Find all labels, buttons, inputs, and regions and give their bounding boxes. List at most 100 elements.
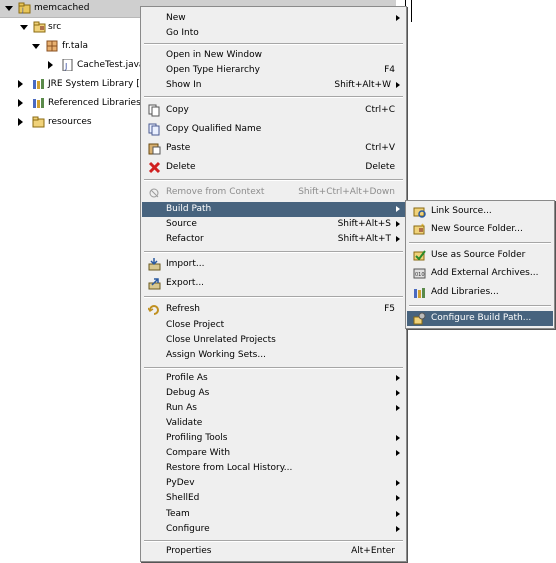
collapsed-triangle-icon[interactable] — [15, 114, 25, 131]
menu-label: Build Path — [166, 204, 212, 214]
menu-item-copy-qualified-name[interactable]: Copy Qualified Name — [142, 122, 405, 137]
submenu-arrow-icon — [396, 221, 400, 227]
svg-text:010: 010 — [415, 272, 425, 278]
submenu-arrow-icon — [396, 480, 400, 486]
menu-item-open-in-new-window[interactable]: Open in New Window — [142, 48, 405, 63]
menu-separator — [144, 179, 403, 181]
menu-label: Validate — [166, 418, 203, 428]
menu-item-assign-working-sets[interactable]: Assign Working Sets... — [142, 348, 405, 363]
menu-label: Link Source... — [431, 206, 492, 216]
menu-item-refresh[interactable]: Refresh F5 — [142, 302, 405, 317]
new-source-folder-icon: * — [413, 223, 426, 236]
menu-item-delete[interactable]: Delete Delete — [142, 160, 405, 175]
refresh-icon — [147, 303, 161, 316]
menu-item-restore-from-local-history[interactable]: Restore from Local History... — [142, 461, 405, 476]
menu-item-new[interactable]: New — [142, 11, 405, 26]
menu-label: Open in New Window — [166, 50, 262, 60]
java-file-icon: J — [61, 58, 74, 72]
menu-item-debug-as[interactable]: Debug As — [142, 386, 405, 401]
expanded-triangle-icon[interactable] — [3, 0, 13, 17]
view-border — [411, 0, 412, 22]
menu-label: Profiling Tools — [166, 433, 228, 443]
menu-item-profiling-tools[interactable]: Profiling Tools — [142, 431, 405, 446]
tree-row-resources[interactable]: resources — [0, 114, 150, 131]
tree-label-src: src — [48, 22, 62, 32]
menu-item-team[interactable]: Team — [142, 507, 405, 522]
submenu-item-add-external-archives[interactable]: 010 Add External Archives... — [407, 266, 553, 281]
expanded-triangle-icon[interactable] — [18, 19, 28, 36]
menu-item-copy[interactable]: Copy Ctrl+C — [142, 103, 405, 118]
java-project-icon: J — [18, 2, 31, 14]
menu-label: Import... — [166, 259, 205, 269]
menu-label: Close Unrelated Projects — [166, 335, 276, 345]
menu-label: ShellEd — [166, 493, 200, 503]
menu-item-build-path[interactable]: Build Path — [142, 202, 405, 217]
submenu-arrow-icon — [396, 236, 400, 242]
tree-row-referenced[interactable]: Referenced Libraries — [0, 95, 150, 112]
tree-row-jre[interactable]: JRE System Library [ — [0, 76, 150, 93]
collapsed-triangle-icon[interactable] — [15, 95, 25, 112]
menu-item-validate[interactable]: Validate — [142, 416, 405, 431]
tree-label-referenced: Referenced Libraries — [48, 98, 141, 108]
menu-label: New Source Folder... — [431, 224, 523, 234]
submenu-item-new-source-folder[interactable]: * New Source Folder... — [407, 222, 553, 237]
menu-item-open-type-hierarchy[interactable]: Open Type Hierarchy F4 — [142, 63, 405, 78]
menu-label: Refactor — [166, 234, 204, 244]
menu-item-remove-from-context[interactable]: Remove from Context Shift+Ctrl+Alt+Down — [142, 185, 405, 200]
import-icon — [148, 258, 161, 271]
menu-accelerator: Ctrl+V — [365, 143, 395, 153]
menu-label: Add Libraries... — [431, 287, 499, 297]
menu-item-paste[interactable]: Paste Ctrl+V — [142, 141, 405, 156]
context-menu: New Go Into Open in New Window Open Type… — [140, 6, 407, 562]
submenu-arrow-icon — [396, 405, 400, 411]
submenu-arrow-icon — [396, 435, 400, 441]
tree-row-package[interactable]: fr.tala — [0, 38, 150, 55]
expanded-triangle-icon[interactable] — [30, 38, 40, 55]
menu-item-profile-as[interactable]: Profile As — [142, 371, 405, 386]
submenu-arrow-icon — [396, 511, 400, 517]
menu-label: Debug As — [166, 388, 210, 398]
menu-item-close-project[interactable]: Close Project — [142, 318, 405, 333]
menu-item-go-into[interactable]: Go Into — [142, 26, 405, 41]
menu-label: Configure — [166, 524, 210, 534]
menu-item-import[interactable]: Import... — [142, 257, 405, 272]
menu-item-show-in[interactable]: Show In Shift+Alt+W — [142, 78, 405, 93]
menu-label: Close Project — [166, 320, 225, 330]
submenu-item-use-as-source-folder[interactable]: Use as Source Folder — [407, 248, 553, 263]
menu-label: Delete — [166, 162, 196, 172]
menu-item-properties[interactable]: Properties Alt+Enter — [142, 544, 405, 559]
menu-accelerator: Alt+Enter — [351, 546, 395, 556]
tree-label-package: fr.tala — [62, 41, 88, 51]
menu-item-pydev[interactable]: PyDev — [142, 476, 405, 491]
menu-item-shelled[interactable]: ShellEd — [142, 491, 405, 506]
menu-accelerator: Shift+Alt+W — [334, 80, 391, 90]
tree-label-jre: JRE System Library [ — [48, 79, 140, 89]
build-path-submenu: Link Source... * New Source Folder... Us… — [405, 200, 555, 329]
menu-item-refactor[interactable]: Refactor Shift+Alt+T — [142, 232, 405, 247]
menu-label: Profile As — [166, 373, 208, 383]
use-source-folder-icon — [413, 249, 426, 262]
menu-label: PyDev — [166, 478, 195, 488]
collapsed-triangle-icon[interactable] — [45, 57, 55, 74]
menu-item-run-as[interactable]: Run As — [142, 401, 405, 416]
submenu-item-link-source[interactable]: Link Source... — [407, 204, 553, 219]
collapsed-triangle-icon[interactable] — [15, 76, 25, 93]
menu-item-compare-with[interactable]: Compare With — [142, 446, 405, 461]
submenu-item-add-libraries[interactable]: Add Libraries... — [407, 285, 553, 300]
menu-accelerator: Shift+Alt+T — [337, 234, 391, 244]
menu-label: Open Type Hierarchy — [166, 65, 260, 75]
menu-item-configure[interactable]: Configure — [142, 522, 405, 537]
menu-label: Go Into — [166, 28, 199, 38]
copy-qualified-icon — [148, 123, 161, 136]
menu-label: Properties — [166, 546, 212, 556]
tree-row-src[interactable]: src — [0, 19, 150, 36]
menu-item-source[interactable]: Source Shift+Alt+S — [142, 217, 405, 232]
submenu-item-configure-build-path[interactable]: Configure Build Path... — [407, 311, 553, 326]
remove-context-icon — [148, 186, 161, 199]
menu-label: Restore from Local History... — [166, 463, 293, 473]
menu-item-close-unrelated-projects[interactable]: Close Unrelated Projects — [142, 333, 405, 348]
menu-separator — [144, 43, 403, 45]
source-folder-icon — [33, 21, 46, 33]
menu-item-export[interactable]: Export... — [142, 276, 405, 291]
tree-row-file[interactable]: J CacheTest.java — [0, 57, 150, 74]
